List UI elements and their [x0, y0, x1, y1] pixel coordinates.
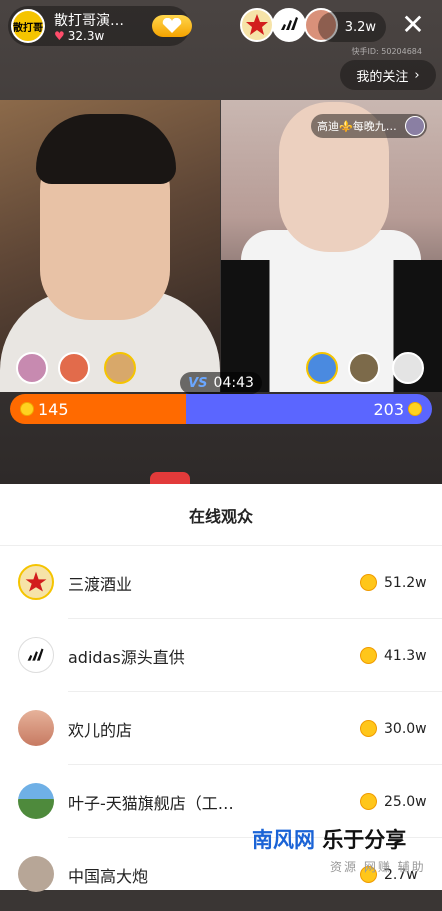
pk-timer: VS 04:43 [180, 372, 262, 394]
close-icon[interactable]: ✕ [398, 10, 428, 40]
left-streamer-video[interactable] [0, 100, 220, 392]
coin-icon [408, 402, 422, 416]
left-score-value: 145 [38, 399, 69, 419]
left-score: 145 [20, 394, 69, 424]
chevron-right-icon: › [414, 67, 420, 83]
user-value: 30.0w [384, 720, 427, 737]
user-avatar [18, 710, 54, 746]
supporter-avatar[interactable] [104, 352, 136, 384]
supporter-avatar[interactable] [348, 352, 380, 384]
list-item[interactable]: 欢儿的店 30.0w [0, 692, 442, 765]
sheet-title: 在线观众 [0, 484, 442, 546]
host-likes: ♥ 32.3w [54, 29, 104, 43]
vs-icon: VS [188, 375, 208, 391]
star-logo-icon [25, 571, 47, 592]
my-follow-label: 我的关注 [356, 69, 409, 85]
adidas-logo-icon [281, 17, 298, 30]
watermark-sub: 资源 网赚 辅助 [330, 860, 426, 874]
supporter-avatar[interactable] [392, 352, 424, 384]
list-item[interactable]: 三渡酒业 51.2w [0, 546, 442, 619]
coin-icon [360, 793, 377, 810]
pk-score-bar: 145 203 [10, 394, 432, 424]
opponent-name: 高迪⚜️每晚九… [317, 120, 397, 133]
watermark-site: 南风网 [252, 828, 315, 852]
user-value: 41.3w [384, 647, 427, 664]
viewer-avatar[interactable] [240, 8, 274, 42]
user-avatar [18, 637, 54, 673]
user-name: 中国高大炮 [68, 866, 149, 886]
adidas-logo-icon [27, 648, 44, 661]
right-score: 203 [373, 394, 422, 424]
user-avatar [18, 856, 54, 892]
coin-icon [360, 720, 377, 737]
follow-button[interactable] [152, 15, 192, 37]
right-streamer-video[interactable]: 高迪⚜️每晚九… [221, 100, 442, 392]
heart-hands-icon [162, 18, 182, 33]
heart-icon: ♥ [54, 29, 65, 43]
host-name: 散打哥演… [54, 13, 124, 29]
coin-icon [360, 574, 377, 591]
user-name: 三渡酒业 [68, 574, 133, 594]
coin-icon [360, 647, 377, 664]
host-avatar[interactable]: 散打哥 [11, 9, 45, 43]
host-info-pill[interactable]: 散打哥 散打哥演… ♥ 32.3w [8, 6, 192, 46]
likes-count: 32.3w [67, 29, 105, 43]
kuaishou-id: 快手ID: 50204684 [351, 47, 422, 56]
supporter-avatar[interactable] [58, 352, 90, 384]
list-item[interactable]: adidas源头直供 41.3w [0, 619, 442, 692]
opponent-tag[interactable]: 高迪⚜️每晚九… [311, 114, 427, 138]
user-name: adidas源头直供 [68, 647, 185, 667]
supporter-avatar[interactable] [16, 352, 48, 384]
coin-icon [20, 402, 34, 416]
viewer-count[interactable]: 3.2w [318, 12, 386, 42]
user-avatar [18, 783, 54, 819]
opponent-avatar [404, 116, 425, 136]
user-value: 51.2w [384, 574, 427, 591]
user-name: 欢儿的店 [68, 720, 133, 740]
watermark: 南风网 乐于分享 [252, 824, 406, 854]
star-logo-icon [246, 14, 268, 35]
right-score-value: 203 [373, 399, 404, 419]
viewer-avatar[interactable] [272, 8, 306, 42]
user-name: 叶子-天猫旗舰店（工… [68, 793, 234, 813]
watermark-slogan: 乐于分享 [322, 828, 407, 852]
user-avatar [18, 564, 54, 600]
my-follow-button[interactable]: 我的关注 › [340, 60, 436, 90]
streamer-hair [36, 114, 176, 184]
supporter-avatar[interactable] [306, 352, 338, 384]
timer-text: 04:43 [213, 375, 254, 391]
